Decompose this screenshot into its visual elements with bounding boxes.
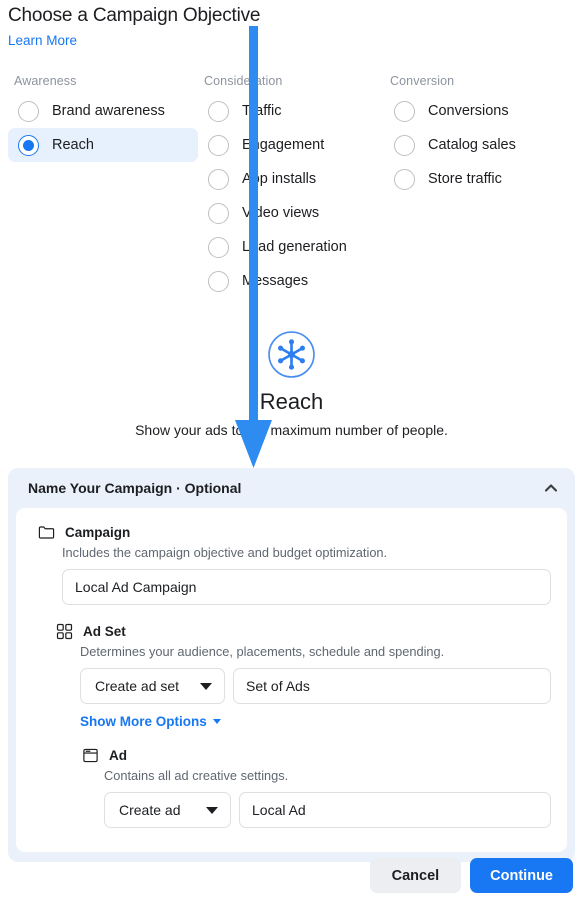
objective-option-engagement[interactable]: Engagement — [198, 128, 388, 162]
ad-set-create-select[interactable]: Create ad set — [80, 668, 225, 704]
objective-option-reach[interactable]: Reach — [8, 128, 198, 162]
reach-spokes-icon — [268, 331, 315, 378]
objective-detail-description: Show your ads to the maximum number of p… — [135, 422, 448, 438]
name-campaign-panel: Name Your Campaign · Optional Campaign I… — [8, 468, 575, 862]
radio-icon[interactable] — [208, 100, 229, 122]
objective-detail: Reach Show your ads to the maximum numbe… — [0, 330, 583, 438]
section-campaign-head: Campaign — [38, 524, 551, 541]
objective-option-label: Engagement — [242, 137, 325, 153]
show-more-options-label: Show More Options — [80, 714, 207, 729]
ad-set-create-select-value: Create ad set — [95, 678, 180, 694]
chevron-up-icon[interactable] — [543, 480, 559, 496]
radio-icon[interactable] — [208, 202, 229, 224]
radio-icon[interactable] — [18, 134, 39, 156]
objective-option-label: Store traffic — [428, 171, 502, 187]
objective-option-traffic[interactable]: Traffic — [198, 94, 388, 128]
page-title: Choose a Campaign Objective — [8, 5, 261, 26]
cancel-button[interactable]: Cancel — [369, 858, 462, 893]
ad-create-select[interactable]: Create ad — [104, 792, 231, 828]
column-heading-awareness: Awareness — [14, 74, 77, 88]
section-campaign-title: Campaign — [65, 525, 131, 540]
radio-icon[interactable] — [394, 134, 415, 156]
section-ad-head: Ad — [82, 747, 551, 764]
objective-option-label: Brand awareness — [52, 103, 165, 119]
column-heading-conversion: Conversion — [390, 74, 455, 88]
objective-option-messages[interactable]: Messages — [198, 264, 388, 298]
name-campaign-card: Campaign Includes the campaign objective… — [16, 508, 567, 852]
section-ad-set: Ad Set Determines your audience, placeme… — [56, 623, 551, 731]
section-ad-title: Ad — [109, 748, 127, 763]
objective-detail-title: Reach — [259, 389, 324, 414]
window-icon — [83, 748, 98, 763]
radio-icon[interactable] — [394, 168, 415, 190]
learn-more-link[interactable]: Learn More — [8, 33, 77, 48]
objective-column-consideration: Consideration Traffic Engagement App ins… — [198, 74, 388, 298]
ad-set-name-input[interactable] — [233, 668, 551, 704]
chevron-down-icon[interactable] — [206, 806, 218, 814]
objective-option-label: Conversions — [428, 103, 509, 119]
radio-icon[interactable] — [18, 100, 39, 122]
objective-option-label: Lead generation — [242, 239, 347, 255]
radio-icon[interactable] — [208, 168, 229, 190]
name-campaign-panel-title: Name Your Campaign · Optional — [28, 480, 242, 496]
section-ad-set-title: Ad Set — [83, 624, 126, 639]
radio-icon[interactable] — [208, 236, 229, 258]
objective-option-label: Messages — [242, 273, 309, 289]
objective-column-awareness: Awareness Brand awareness Reach — [8, 74, 198, 162]
objective-option-brand-awareness[interactable]: Brand awareness — [8, 94, 198, 128]
ad-set-field-row: Create ad set — [80, 668, 551, 704]
objective-option-store-traffic[interactable]: Store traffic — [384, 162, 579, 196]
folder-icon — [38, 526, 55, 539]
campaign-field-row — [62, 569, 551, 605]
objective-option-label: Reach — [52, 137, 94, 153]
objective-option-app-installs[interactable]: App installs — [198, 162, 388, 196]
campaign-name-input[interactable] — [62, 569, 551, 605]
radio-icon[interactable] — [394, 100, 415, 122]
continue-button[interactable]: Continue — [470, 858, 573, 893]
campaign-objective-screen: Choose a Campaign Objective Learn More A… — [0, 0, 583, 898]
radio-icon[interactable] — [208, 134, 229, 156]
grid-icon — [56, 623, 73, 640]
objective-column-conversion: Conversion Conversions Catalog sales Sto… — [384, 74, 579, 196]
section-ad-set-description: Determines your audience, placements, sc… — [80, 644, 445, 659]
ad-name-input[interactable] — [239, 792, 551, 828]
chevron-down-icon — [212, 719, 221, 724]
radio-icon[interactable] — [208, 270, 229, 292]
name-campaign-panel-header[interactable]: Name Your Campaign · Optional — [8, 468, 575, 508]
ad-field-row: Create ad — [104, 792, 551, 828]
objective-option-label: App installs — [242, 171, 317, 187]
objective-option-label: Traffic — [242, 103, 282, 119]
objective-option-lead-generation[interactable]: Lead generation — [198, 230, 388, 264]
column-heading-consideration: Consideration — [204, 74, 283, 88]
section-ad-description: Contains all ad creative settings. — [104, 768, 289, 783]
section-ad: Ad Contains all ad creative settings. Cr… — [82, 747, 551, 828]
objective-option-conversions[interactable]: Conversions — [384, 94, 579, 128]
objective-option-label: Catalog sales — [428, 137, 516, 153]
section-campaign: Campaign Includes the campaign objective… — [38, 524, 551, 605]
ad-create-select-value: Create ad — [119, 802, 181, 818]
section-campaign-description: Includes the campaign objective and budg… — [62, 545, 388, 560]
objective-option-label: Video views — [242, 205, 320, 221]
objective-option-video-views[interactable]: Video views — [198, 196, 388, 230]
chevron-down-icon[interactable] — [200, 682, 212, 690]
footer-actions: Cancel Continue — [369, 858, 573, 893]
show-more-options-link[interactable]: Show More Options — [80, 714, 221, 729]
objective-option-catalog-sales[interactable]: Catalog sales — [384, 128, 579, 162]
section-ad-set-head: Ad Set — [56, 623, 551, 640]
